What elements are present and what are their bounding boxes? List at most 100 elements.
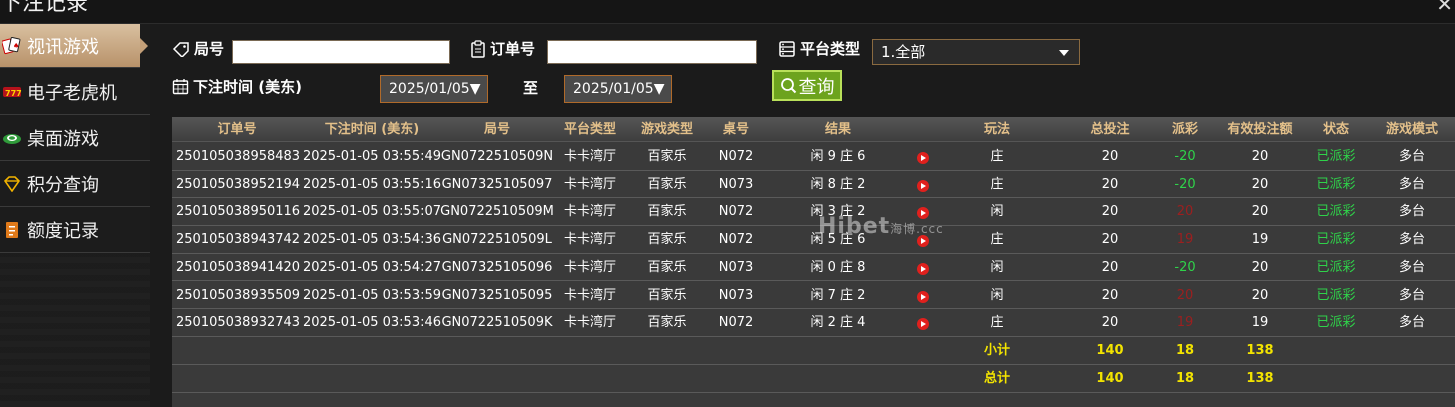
cell-valid-bet: 20: [1251, 259, 1269, 275]
cell-bet-time: 2025-01-05 03:55:07: [302, 204, 442, 220]
cell-status: 已派彩: [1316, 176, 1356, 192]
cell-platform-type: 卡卡湾厅: [563, 259, 616, 275]
cell-order-number: 250105038941420: [176, 259, 301, 275]
diamond-icon: [2, 174, 22, 194]
title-bar: 下注记录 ✕: [0, 0, 1455, 24]
cell-order-number: 250105038943742: [176, 232, 301, 248]
cell-bet-time: 2025-01-05 03:55:16: [302, 176, 442, 192]
cell-game-mode: 多台: [1398, 232, 1425, 248]
cards-icon: ♠: [2, 36, 22, 56]
chevron-down-icon: [1059, 50, 1069, 56]
cell-game-type: 百家乐: [647, 149, 687, 164]
sidebar-item-label: 积分查询: [27, 175, 99, 196]
cell-valid-bet: 19: [1251, 232, 1269, 248]
header-order-number: 订单号: [217, 122, 257, 137]
cell-bet-option: 闲: [990, 204, 1004, 220]
total-total-bet: 140: [1096, 371, 1124, 386]
cell-bet-option: 庄: [990, 315, 1004, 331]
order-filter-label: 订单号: [470, 38, 535, 59]
cell-platform-type: 卡卡湾厅: [563, 287, 616, 303]
table-row: 250105038952194 2025-01-05 03:55:16 GN0732…: [172, 170, 1455, 199]
bet-records-table: 订单号 下注时间 (美东) 局号 平台类型 游戏类型 桌号 结果 玩法 总投注 …: [172, 117, 1455, 407]
cell-status: 已派彩: [1316, 204, 1356, 220]
order-number-input[interactable]: [547, 40, 757, 64]
sidebar-item-label: 视讯游戏: [27, 36, 99, 58]
table-row: 250105038950116 2025-01-05 03:55:07 GN0722…: [172, 198, 1455, 226]
platform-filter-label: 平台类型: [778, 38, 860, 59]
sidebar-item-label: 电子老虎机: [27, 83, 117, 104]
cell-game-type: 百家乐: [647, 232, 687, 248]
cell-table-number: N072: [718, 315, 754, 331]
document-icon: [2, 220, 22, 240]
cell-result: 闲 2 庄 4: [810, 315, 866, 331]
round-number-input[interactable]: [232, 40, 450, 64]
cell-platform-type: 卡卡湾厅: [563, 204, 616, 220]
subtotal-total-bet: 140: [1096, 343, 1124, 358]
query-button[interactable]: 查询: [772, 70, 842, 101]
cell-game-type: 百家乐: [647, 315, 687, 331]
cell-platform-type: 卡卡湾厅: [563, 315, 616, 331]
cell-bet-time: 2025-01-05 03:53:59: [302, 287, 442, 303]
header-bet-time: 下注时间 (美东): [324, 122, 420, 137]
cell-payout: -20: [1174, 259, 1196, 275]
cell-status: 已派彩: [1316, 259, 1356, 275]
cell-table-number: N073: [718, 176, 754, 192]
chip-icon: [2, 128, 22, 148]
cell-total-bet: 20: [1101, 287, 1119, 303]
cell-game-type: 百家乐: [647, 176, 687, 192]
play-replay-icon[interactable]: [917, 318, 929, 331]
cell-table-number: N072: [718, 232, 754, 248]
sidebar-item-credit-records[interactable]: 额度记录: [0, 208, 150, 253]
header-platform-type: 平台类型: [563, 122, 616, 137]
date-from-picker[interactable]: 2025/01/05▼: [380, 75, 488, 103]
sidebar-item-table-games[interactable]: 桌面游戏: [0, 116, 150, 161]
cell-round-number: GN0722510509N: [440, 149, 554, 164]
header-status: 状态: [1322, 122, 1349, 137]
header-total-bet: 总投注: [1090, 122, 1130, 137]
clipboard-icon: [470, 39, 486, 58]
cell-table-number: N072: [718, 149, 754, 164]
cell-bet-option: 闲: [990, 287, 1004, 303]
close-icon[interactable]: ✕: [1436, 0, 1453, 14]
cell-platform-type: 卡卡湾厅: [563, 232, 616, 248]
play-replay-icon[interactable]: [917, 179, 929, 192]
cell-round-number: GN07325105096: [441, 259, 553, 275]
cell-game-mode: 多台: [1398, 315, 1425, 331]
window-title: 下注记录: [0, 0, 89, 16]
cell-payout: 19: [1176, 232, 1194, 248]
cell-bet-option: 庄: [990, 149, 1004, 164]
slot-icon: 777: [2, 82, 22, 102]
total-payout: 18: [1175, 371, 1195, 386]
platform-type-select[interactable]: 1.全部: [872, 39, 1080, 65]
cell-total-bet: 20: [1101, 232, 1119, 248]
cell-result: 闲 8 庄 2: [810, 176, 866, 192]
cell-total-bet: 20: [1101, 176, 1119, 192]
table-row: 250105038935509 2025-01-05 03:53:59 GN0732…: [172, 281, 1455, 309]
table-header: 订单号 下注时间 (美东) 局号 平台类型 游戏类型 桌号 结果 玩法 总投注 …: [172, 117, 1455, 142]
round-filter-label: 局号: [172, 38, 224, 59]
total-valid-bet: 138: [1246, 371, 1274, 386]
cell-bet-time: 2025-01-05 03:53:46: [302, 315, 442, 331]
play-replay-icon[interactable]: [917, 152, 929, 164]
header-table-number: 桌号: [722, 122, 749, 137]
cell-bet-time: 2025-01-05 03:55:49: [302, 149, 442, 164]
sidebar-item-label: 桌面游戏: [27, 129, 99, 150]
play-replay-icon[interactable]: [917, 290, 929, 303]
subtotal-payout: 18: [1175, 343, 1195, 358]
cell-game-mode: 多台: [1398, 259, 1425, 275]
date-range-to-label: 至: [523, 79, 539, 97]
total-row: 总计 140 18 138: [172, 365, 1455, 393]
cell-table-number: N073: [718, 259, 754, 275]
sidebar-item-live-games[interactable]: ♠ 视讯游戏: [0, 24, 148, 68]
play-replay-icon[interactable]: [917, 262, 929, 275]
date-to-picker[interactable]: 2025/01/05▼: [564, 75, 672, 103]
sidebar-item-slots[interactable]: 777 电子老虎机: [0, 70, 150, 115]
header-valid-bet: 有效投注额: [1227, 122, 1293, 137]
header-round-number: 局号: [483, 122, 510, 137]
cell-game-mode: 多台: [1398, 204, 1425, 220]
svg-text:777: 777: [5, 89, 22, 98]
cell-total-bet: 20: [1101, 259, 1119, 275]
sidebar-item-points[interactable]: 积分查询: [0, 162, 150, 207]
calendar-icon: [172, 78, 189, 95]
server-icon: [778, 40, 796, 58]
